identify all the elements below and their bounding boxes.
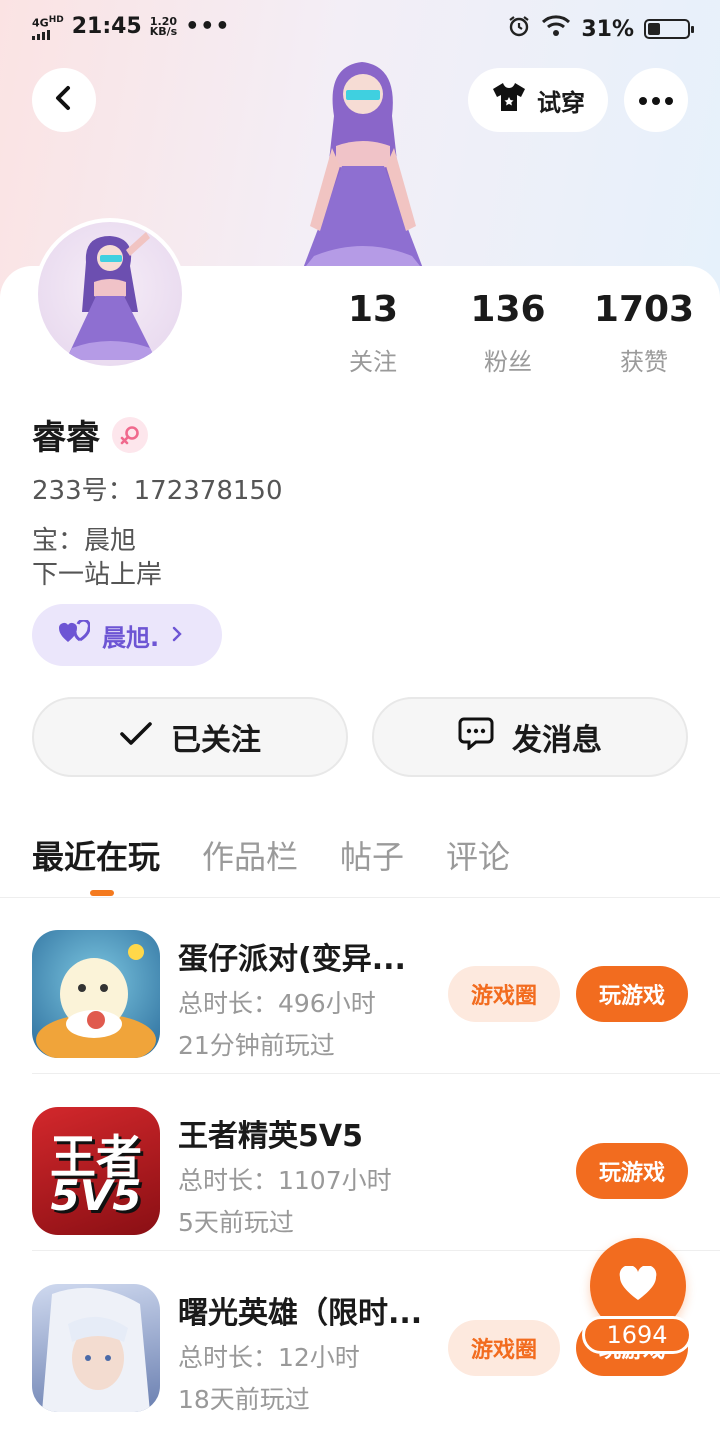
heart-icon: [618, 1265, 658, 1306]
alarm-icon: [507, 14, 531, 44]
tab-recent-played[interactable]: 最近在玩: [32, 832, 160, 896]
game-last-played: 18天前玩过: [178, 1385, 310, 1414]
clock: 21:45: [71, 14, 142, 40]
wifi-icon: [541, 14, 571, 44]
play-game-button[interactable]: 玩游戏: [576, 966, 688, 1022]
stat-followers[interactable]: 136 粉丝: [453, 290, 563, 377]
game-list-item[interactable]: 蛋仔派对(变异... 总时长：496小时 21分钟前玩过 游戏圈 玩游戏: [32, 898, 720, 1074]
tab-comments[interactable]: 评论: [446, 832, 510, 878]
message-button[interactable]: 发消息: [372, 697, 688, 777]
signal-indicator: 4GHD: [32, 14, 64, 40]
status-bar: 4GHD 21:45 1.20 KB/s ••• 31%: [0, 0, 720, 56]
game-duration: 总时长：1107小时: [178, 1166, 392, 1195]
chevron-right-icon: [171, 621, 183, 649]
bio-line: 下一站上岸: [32, 560, 163, 590]
game-duration: 总时长：12小时: [178, 1343, 360, 1372]
net-speed: 1.20 KB/s: [149, 14, 178, 38]
game-last-played: 5天前玩过: [178, 1208, 294, 1237]
tryon-button[interactable]: 试穿: [468, 68, 608, 132]
follow-button[interactable]: 已关注: [32, 697, 348, 777]
game-circle-button[interactable]: 游戏圈: [448, 1320, 560, 1376]
game-name: 王者精英5V5: [178, 1119, 363, 1154]
chat-bubble-icon: [458, 716, 494, 758]
battery-icon: [644, 19, 694, 39]
stat-likes[interactable]: 1703 获赞: [589, 290, 699, 377]
content-tabs: 最近在玩 作品栏 帖子 评论: [32, 832, 510, 896]
game-name: 曙光英雄（限时...: [178, 1296, 423, 1331]
tab-works[interactable]: 作品栏: [202, 832, 298, 878]
user-name-row: 睿睿: [32, 410, 148, 459]
stat-label: 获赞: [620, 348, 668, 376]
notification-dots: •••: [185, 14, 231, 40]
heart-pair-icon: [58, 618, 91, 650]
chevron-left-icon: [53, 85, 75, 115]
game-icon-wangzhe: 王者 5V5: [32, 1107, 160, 1235]
tab-posts[interactable]: 帖子: [340, 832, 404, 878]
stat-label: 关注: [349, 348, 397, 376]
female-icon: [112, 416, 148, 453]
stat-following[interactable]: 13 关注: [318, 290, 428, 377]
game-icon-eggy: [32, 930, 160, 1058]
back-button[interactable]: [32, 68, 96, 132]
game-list-item[interactable]: 王者 5V5 王者精英5V5 总时长：1107小时 5天前玩过 玩游戏: [32, 1075, 720, 1251]
row-divider: [32, 1073, 720, 1074]
avatar[interactable]: [34, 218, 186, 370]
couple-badge[interactable]: 晨旭.: [32, 604, 222, 666]
game-last-played: 21分钟前玩过: [178, 1031, 335, 1060]
play-game-button[interactable]: 玩游戏: [576, 1143, 688, 1199]
bio-line: 宝：晨旭: [32, 526, 137, 556]
user-id: 233号：172378150: [32, 476, 283, 506]
like-count-badge: 1694: [582, 1316, 692, 1354]
tshirt-icon: [491, 81, 527, 119]
game-name: 蛋仔派对(变异...: [178, 942, 406, 977]
stat-value: 136: [470, 289, 546, 330]
stat-value: 13: [347, 289, 399, 330]
stat-label: 粉丝: [484, 348, 532, 376]
stat-value: 1703: [593, 289, 695, 330]
avatar-3d-figure: [274, 56, 452, 271]
profile-screen: 4GHD 21:45 1.20 KB/s ••• 31% 试穿 13 关注 13…: [0, 0, 720, 1436]
more-button[interactable]: [624, 68, 688, 132]
badge-label: 晨旭.: [102, 623, 160, 652]
battery-percent: 31%: [581, 16, 634, 42]
game-icon-shuguang: [32, 1284, 160, 1412]
game-duration: 总时长：496小时: [178, 989, 376, 1018]
user-name: 睿睿: [32, 418, 100, 458]
more-dots-icon: [638, 91, 674, 110]
game-circle-button[interactable]: 游戏圈: [448, 966, 560, 1022]
check-icon: [119, 720, 153, 755]
